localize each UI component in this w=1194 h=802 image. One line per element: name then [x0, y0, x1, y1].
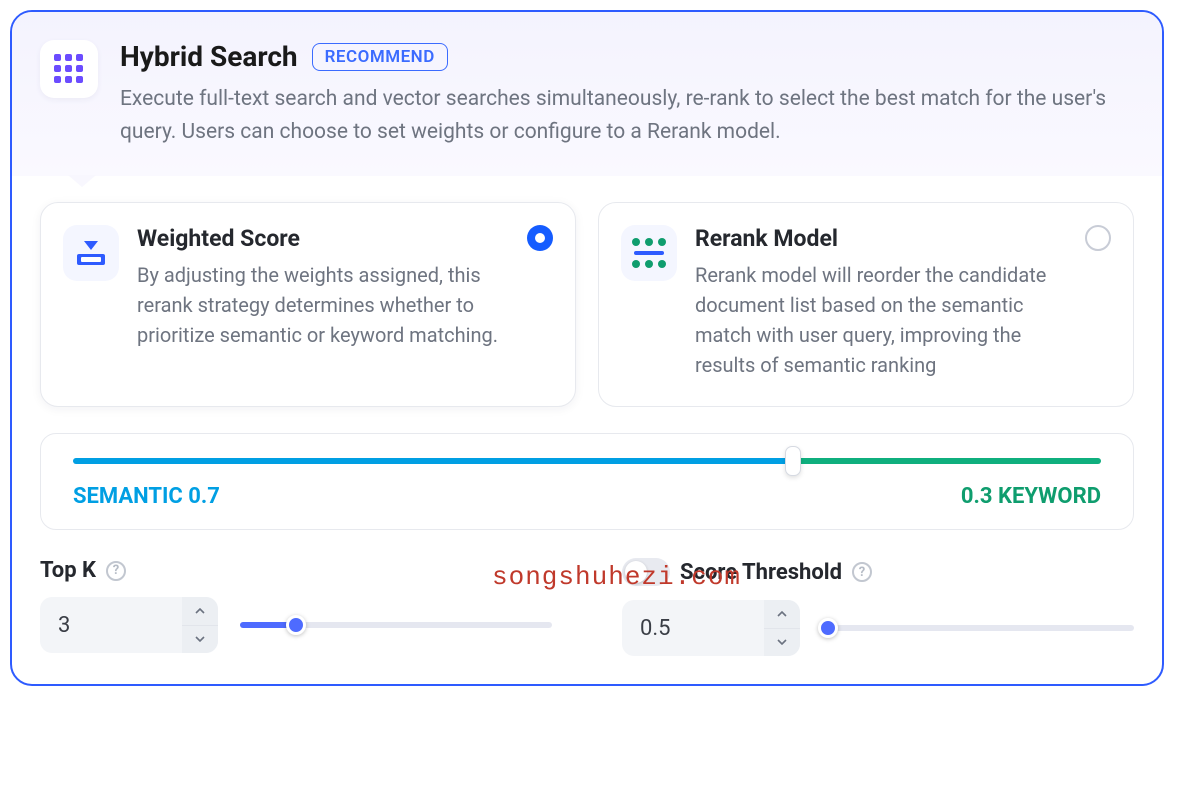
option-weighted-radio[interactable]	[527, 225, 553, 251]
option-title: Rerank Model	[695, 225, 1075, 252]
chevron-up-icon	[195, 608, 205, 614]
option-description: By adjusting the weights assigned, this …	[137, 260, 517, 350]
rerank-model-icon	[621, 225, 677, 281]
hybrid-search-card: Hybrid Search RECOMMEND Execute full-tex…	[10, 10, 1164, 686]
card-description: Execute full-text search and vector sear…	[120, 83, 1130, 148]
option-description: Rerank model will reorder the candidate …	[695, 260, 1075, 380]
card-title: Hybrid Search	[120, 40, 298, 73]
card-header: Hybrid Search RECOMMEND Execute full-tex…	[12, 12, 1162, 176]
header-notch	[68, 175, 96, 187]
score-threshold-input[interactable]: 0.5	[622, 600, 800, 656]
recommend-badge: RECOMMEND	[312, 43, 448, 71]
top-k-step-up[interactable]	[182, 597, 218, 626]
slider-handle[interactable]	[818, 618, 838, 638]
slider-handle[interactable]	[785, 446, 801, 476]
option-rerank-model[interactable]: Rerank Model Rerank model will reorder t…	[598, 202, 1134, 407]
top-k-slider[interactable]	[240, 622, 552, 628]
weighted-score-icon	[63, 225, 119, 281]
score-threshold-value: 0.5	[622, 600, 764, 656]
semantic-keyword-slider[interactable]	[73, 458, 1101, 464]
score-threshold-step-down[interactable]	[764, 629, 800, 657]
help-icon[interactable]: ?	[106, 561, 126, 581]
score-threshold-slider[interactable]	[822, 625, 1134, 631]
bottom-controls: Top K ? 3	[40, 558, 1134, 656]
semantic-label: SEMANTIC 0.7	[73, 484, 220, 509]
chevron-up-icon	[777, 611, 787, 617]
chevron-down-icon	[195, 636, 205, 642]
score-threshold-step-up[interactable]	[764, 600, 800, 629]
slider-handle[interactable]	[286, 615, 306, 635]
top-k-input[interactable]: 3	[40, 597, 218, 653]
top-k-field: Top K ? 3	[40, 558, 552, 656]
hybrid-search-icon	[40, 40, 98, 98]
keyword-label: 0.3 KEYWORD	[961, 484, 1101, 509]
score-threshold-label: Score Threshold	[680, 560, 842, 585]
score-threshold-toggle[interactable]	[622, 558, 670, 586]
card-body: Weighted Score By adjusting the weights …	[12, 176, 1162, 684]
chevron-down-icon	[777, 639, 787, 645]
semantic-keyword-slider-card: SEMANTIC 0.7 0.3 KEYWORD	[40, 433, 1134, 530]
score-threshold-field: Score Threshold ? 0.5	[622, 558, 1134, 656]
grid-icon	[54, 54, 84, 84]
top-k-label: Top K	[40, 558, 96, 583]
rerank-options: Weighted Score By adjusting the weights …	[40, 202, 1134, 407]
top-k-value: 3	[40, 597, 182, 653]
header-text: Hybrid Search RECOMMEND Execute full-tex…	[120, 40, 1130, 148]
help-icon[interactable]: ?	[852, 562, 872, 582]
option-title: Weighted Score	[137, 225, 517, 252]
top-k-step-down[interactable]	[182, 626, 218, 654]
option-rerank-radio[interactable]	[1085, 225, 1111, 251]
option-weighted-score[interactable]: Weighted Score By adjusting the weights …	[40, 202, 576, 407]
